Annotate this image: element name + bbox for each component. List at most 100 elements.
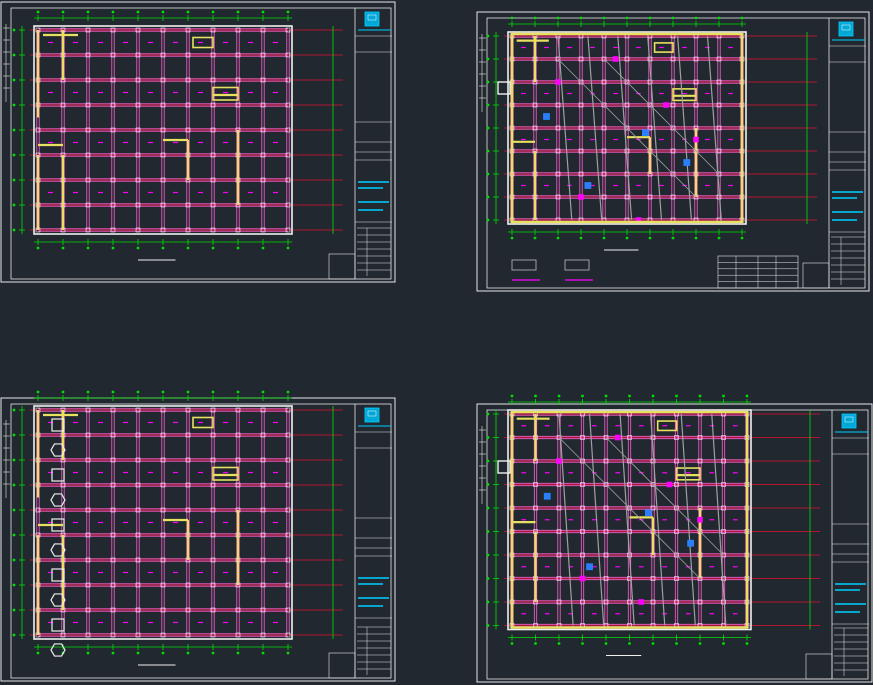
title-block xyxy=(354,8,392,279)
core-wall xyxy=(672,88,697,102)
sheet-border xyxy=(10,7,392,280)
axis-bubble xyxy=(286,10,290,14)
revision-box xyxy=(328,652,356,679)
embed-mark xyxy=(697,516,703,523)
axis-bubble xyxy=(556,16,560,20)
embed-mark xyxy=(612,56,619,62)
logo-icon xyxy=(364,407,380,423)
axis-bubble xyxy=(694,16,698,20)
slab-edge xyxy=(507,409,752,631)
logo-icon xyxy=(838,21,854,37)
opening-mark xyxy=(586,563,593,571)
secondary-beam xyxy=(619,413,635,626)
axis-bubble xyxy=(111,390,115,394)
axis-bubble xyxy=(111,10,115,14)
slab-edge xyxy=(33,405,293,640)
cad-drawing-canvas[interactable] xyxy=(0,0,873,685)
axis-bubble xyxy=(236,390,240,394)
core-wall xyxy=(212,466,239,481)
rebar-marks xyxy=(521,425,738,615)
axis-bubble xyxy=(628,394,631,398)
axis-bubble xyxy=(36,390,40,394)
axis-bubble xyxy=(211,390,215,394)
schedule-table xyxy=(717,255,799,289)
axis-bubble xyxy=(675,394,678,398)
axis-bubble xyxy=(161,390,165,394)
axis-bubble xyxy=(717,16,721,20)
axis-bubble xyxy=(286,390,290,394)
rebar-marks xyxy=(48,421,278,624)
section-details xyxy=(511,259,593,281)
opening-mark xyxy=(687,539,694,547)
rebar-marks xyxy=(48,41,278,194)
title-block xyxy=(828,18,866,288)
sheet-bottom-left xyxy=(0,390,396,682)
revision-box xyxy=(805,653,833,680)
revision-box xyxy=(802,262,830,289)
axis-bubble xyxy=(557,394,561,398)
revision-box xyxy=(328,253,356,280)
embed-mark xyxy=(693,136,699,143)
sheet-top-left xyxy=(0,1,396,283)
axis-bubble xyxy=(651,394,655,398)
shear-walls xyxy=(36,410,240,635)
axis-bubble xyxy=(136,10,140,14)
sheet-border xyxy=(10,403,392,679)
embed-mark xyxy=(614,434,621,441)
axis-bubble xyxy=(625,16,629,20)
axis-bubble xyxy=(136,390,140,394)
axis-bubble xyxy=(161,10,165,14)
logo-icon xyxy=(364,11,380,27)
axis-bubble xyxy=(261,390,265,394)
axis-bubble xyxy=(579,16,583,20)
axis-bubble xyxy=(86,390,90,394)
opening-mark xyxy=(642,129,649,137)
axis-bubble xyxy=(648,16,652,20)
axis-bubble xyxy=(261,10,265,14)
axis-bubble xyxy=(671,16,675,20)
embed-mark xyxy=(579,575,586,582)
axis-bubble xyxy=(581,394,584,398)
axis-bubble xyxy=(722,394,725,398)
pile-cap xyxy=(51,618,65,632)
axis-bubble xyxy=(61,10,65,14)
opening-mark xyxy=(543,113,550,120)
embed-mark xyxy=(663,102,669,108)
axis-bubble xyxy=(533,16,537,20)
axis-bubble xyxy=(236,10,240,14)
axis-bubble xyxy=(602,16,606,20)
axis-bubble xyxy=(698,394,702,398)
axis-bubble xyxy=(61,390,65,394)
sheet-bottom-right xyxy=(476,394,873,683)
sheet-top-right xyxy=(476,11,870,292)
core-wall xyxy=(212,86,239,101)
logo-icon xyxy=(841,413,857,429)
opening-mark xyxy=(584,182,592,189)
embed-mark xyxy=(556,458,562,464)
title-block xyxy=(354,404,392,678)
embed-mark xyxy=(578,194,584,200)
axis-bubble xyxy=(604,394,608,398)
pile-cap xyxy=(51,468,65,482)
axis-bubble xyxy=(740,16,744,20)
opening-mark xyxy=(644,509,652,517)
axis-bubble xyxy=(534,394,537,398)
axis-bubble xyxy=(745,394,749,398)
core-wall xyxy=(675,467,701,481)
axis-bubble xyxy=(36,10,40,14)
embed-mark xyxy=(666,481,673,488)
embed-mark xyxy=(638,599,645,605)
axis-bubble xyxy=(186,10,190,14)
opening-mark xyxy=(683,159,691,166)
axis-bubble xyxy=(211,10,215,14)
opening-mark xyxy=(543,492,551,500)
axis-bubble xyxy=(510,394,514,398)
shear-walls xyxy=(510,414,702,626)
axis-bubble xyxy=(186,390,190,394)
axis-bubble xyxy=(86,10,90,14)
secondary-beam xyxy=(588,413,605,626)
embed-mark xyxy=(555,79,561,85)
title-block xyxy=(831,410,869,679)
pile-cap-hex xyxy=(50,493,66,507)
structural-grid xyxy=(486,16,817,240)
